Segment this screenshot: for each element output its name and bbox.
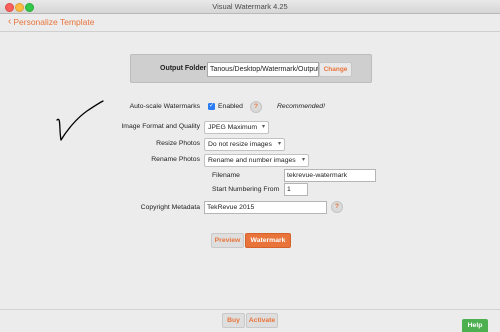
copyright-input[interactable]: TekRevue 2015 (204, 201, 327, 214)
copyright-label: Copyright Metadata (140, 204, 200, 211)
autoscale-checkbox[interactable]: ✓ (208, 103, 215, 110)
rename-value: Rename and number images (208, 157, 296, 164)
format-label: Image Format and Quality (121, 123, 200, 130)
back-label: Personalize Template (13, 17, 95, 27)
rename-label: Rename Photos (151, 156, 200, 163)
window-title: Visual Watermark 4.25 (212, 2, 288, 11)
buy-button[interactable]: Buy (222, 313, 245, 328)
autoscale-help-icon[interactable]: ? (250, 101, 262, 113)
chevron-left-icon: ‹ (8, 15, 12, 27)
activate-button[interactable]: Activate (246, 313, 278, 328)
autoscale-checkbox-label[interactable]: Enabled (218, 103, 243, 110)
back-button[interactable]: ‹ Personalize Template (8, 15, 95, 27)
chevron-down-icon: ▾ (277, 141, 281, 147)
handwritten-checkmark-icon (56, 100, 104, 141)
watermark-button[interactable]: Watermark (245, 233, 291, 248)
output-folder-path[interactable]: Tanous/Desktop/Watermark/Output (207, 62, 319, 77)
help-button[interactable]: Help (462, 319, 488, 332)
format-value: JPEG Maximum (208, 124, 258, 131)
output-folder-label: Output Folder (160, 65, 207, 72)
filename-input[interactable]: tekrevue-watermark (284, 169, 376, 182)
bottom-bar: Buy Activate Help (0, 309, 500, 332)
output-folder-box: Output Folder Tanous/Desktop/Watermark/O… (130, 54, 372, 83)
recommended-note: Recommended! (277, 103, 325, 110)
chevron-down-icon: ▾ (301, 157, 305, 163)
format-dropdown[interactable]: JPEG Maximum ▾ (204, 121, 269, 134)
copyright-help-icon[interactable]: ? (331, 201, 343, 213)
autoscale-label: Auto-scale Watermarks (129, 103, 200, 110)
start-numbering-label: Start Numbering From (212, 186, 280, 193)
resize-dropdown[interactable]: Do not resize images ▾ (204, 138, 285, 151)
title-bar: Visual Watermark 4.25 (0, 0, 500, 14)
settings-panel: Output Folder Tanous/Desktop/Watermark/O… (0, 32, 500, 309)
toolbar: ‹ Personalize Template (0, 14, 500, 32)
resize-label: Resize Photos (156, 140, 200, 147)
filename-label: Filename (212, 172, 240, 179)
preview-button[interactable]: Preview (211, 233, 244, 248)
chevron-down-icon: ▾ (261, 124, 265, 130)
start-numbering-input[interactable]: 1 (284, 183, 308, 196)
resize-value: Do not resize images (208, 141, 272, 148)
change-folder-button[interactable]: Change (319, 62, 352, 77)
rename-dropdown[interactable]: Rename and number images ▾ (204, 154, 309, 167)
